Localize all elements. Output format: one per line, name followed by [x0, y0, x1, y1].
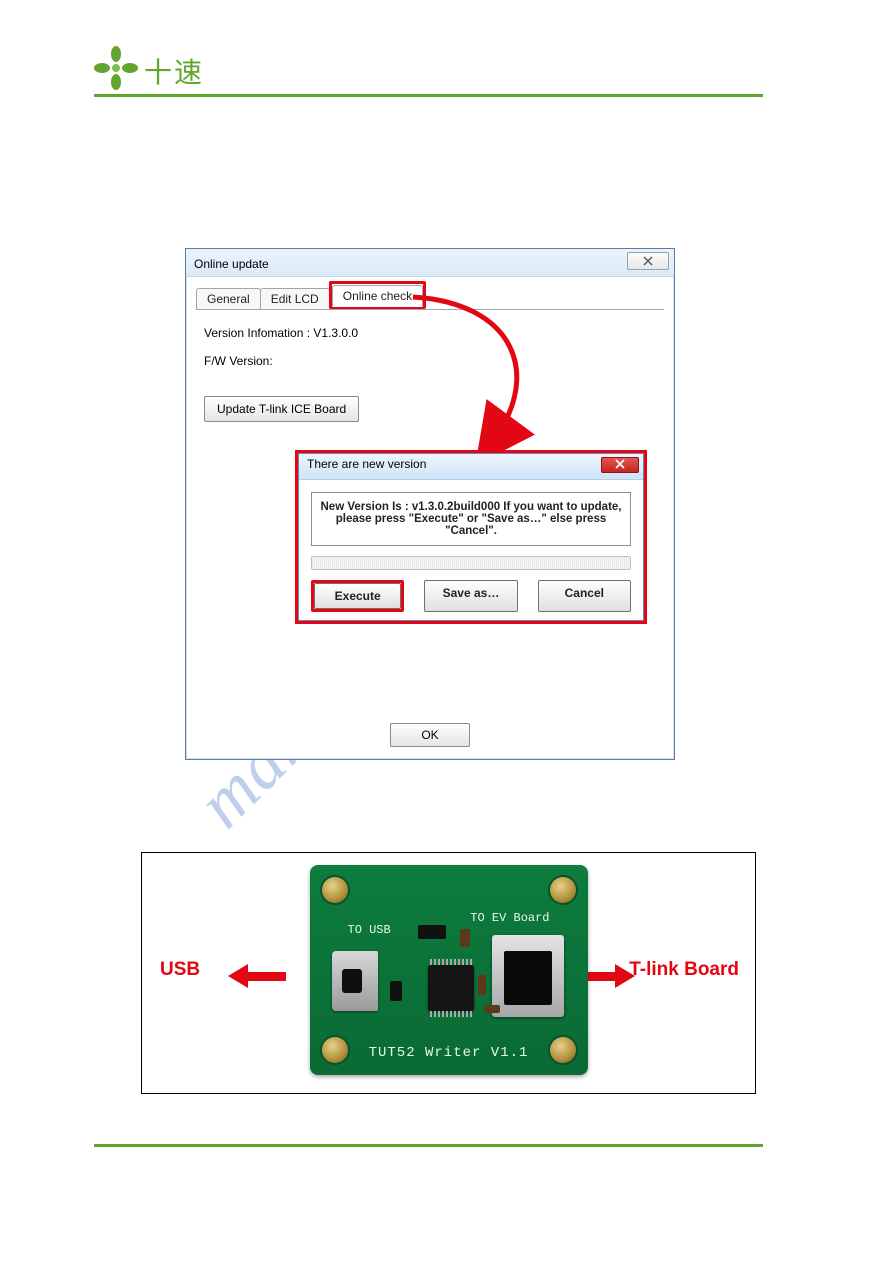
ok-button[interactable]: OK — [390, 723, 469, 747]
dialog-message: New Version Is : v1.3.0.2build000 If you… — [311, 492, 631, 546]
component-icon — [484, 1005, 500, 1013]
usb-mini-port-icon — [332, 951, 378, 1011]
tab-edit-lcd[interactable]: Edit LCD — [260, 288, 330, 309]
pcb-label-tlink: T-link Board — [629, 959, 739, 981]
brand-logo-icon — [94, 46, 138, 95]
tab-online-check[interactable]: Online check — [332, 285, 423, 307]
header-divider — [94, 94, 763, 97]
ic-icon — [418, 925, 446, 939]
mounting-hole-icon — [322, 1037, 348, 1063]
tab-general[interactable]: General — [196, 288, 261, 309]
update-tlink-button[interactable]: Update T-link ICE Board — [204, 396, 359, 422]
cancel-button[interactable]: Cancel — [538, 580, 631, 612]
component-icon — [478, 975, 486, 995]
page-header: 十速 — [94, 46, 763, 95]
window-body: Version Infomation : V1.3.0.0 F/W Versio… — [186, 310, 674, 436]
arrow-left-icon — [228, 966, 286, 986]
mounting-hole-icon — [322, 877, 348, 903]
version-info-text: Version Infomation : V1.3.0.0 — [204, 326, 656, 340]
execute-button[interactable]: Execute — [314, 583, 401, 609]
window-title: Online update — [194, 257, 269, 271]
mounting-hole-icon — [550, 1037, 576, 1063]
mcu-chip-icon — [428, 965, 474, 1011]
highlight-execute-button: Execute — [311, 580, 404, 612]
dialog-button-row: Execute Save as… Cancel — [311, 580, 631, 612]
progress-bar — [311, 556, 631, 570]
close-icon — [614, 458, 626, 472]
fw-version-text: F/W Version: — [204, 354, 656, 368]
highlight-new-version-dialog: There are new version New Version Is : v… — [295, 450, 647, 624]
usb-a-port-icon — [492, 935, 564, 1017]
dialog-close-button[interactable] — [601, 457, 639, 473]
window-close-button[interactable] — [627, 252, 669, 270]
mounting-hole-icon — [550, 877, 576, 903]
silk-model: TUT52 Writer V1.1 — [369, 1045, 529, 1061]
highlight-online-check: Online check — [329, 281, 426, 309]
footer-divider — [94, 1144, 763, 1147]
brand-text: 十速 — [138, 51, 204, 91]
close-icon — [642, 256, 654, 266]
save-as-button[interactable]: Save as… — [424, 580, 517, 612]
ic-icon — [390, 981, 402, 1001]
pcb-board: TO USB TO EV Board TUT52 Writer V1.1 — [310, 865, 588, 1075]
silk-to-usb: TO USB — [348, 923, 391, 937]
dialog-titlebar: There are new version — [299, 454, 643, 480]
new-version-dialog: There are new version New Version Is : v… — [298, 453, 644, 621]
component-icon — [460, 929, 470, 947]
window-titlebar: Online update — [186, 249, 674, 277]
tab-bar: General Edit LCD Online check — [196, 287, 664, 309]
silk-to-ev-board: TO EV Board — [470, 911, 549, 925]
pcb-figure-frame: USB T-link Board TO USB TO EV Board TUT5… — [141, 852, 756, 1094]
pcb-label-usb: USB — [160, 959, 200, 981]
dialog-title: There are new version — [307, 457, 426, 471]
